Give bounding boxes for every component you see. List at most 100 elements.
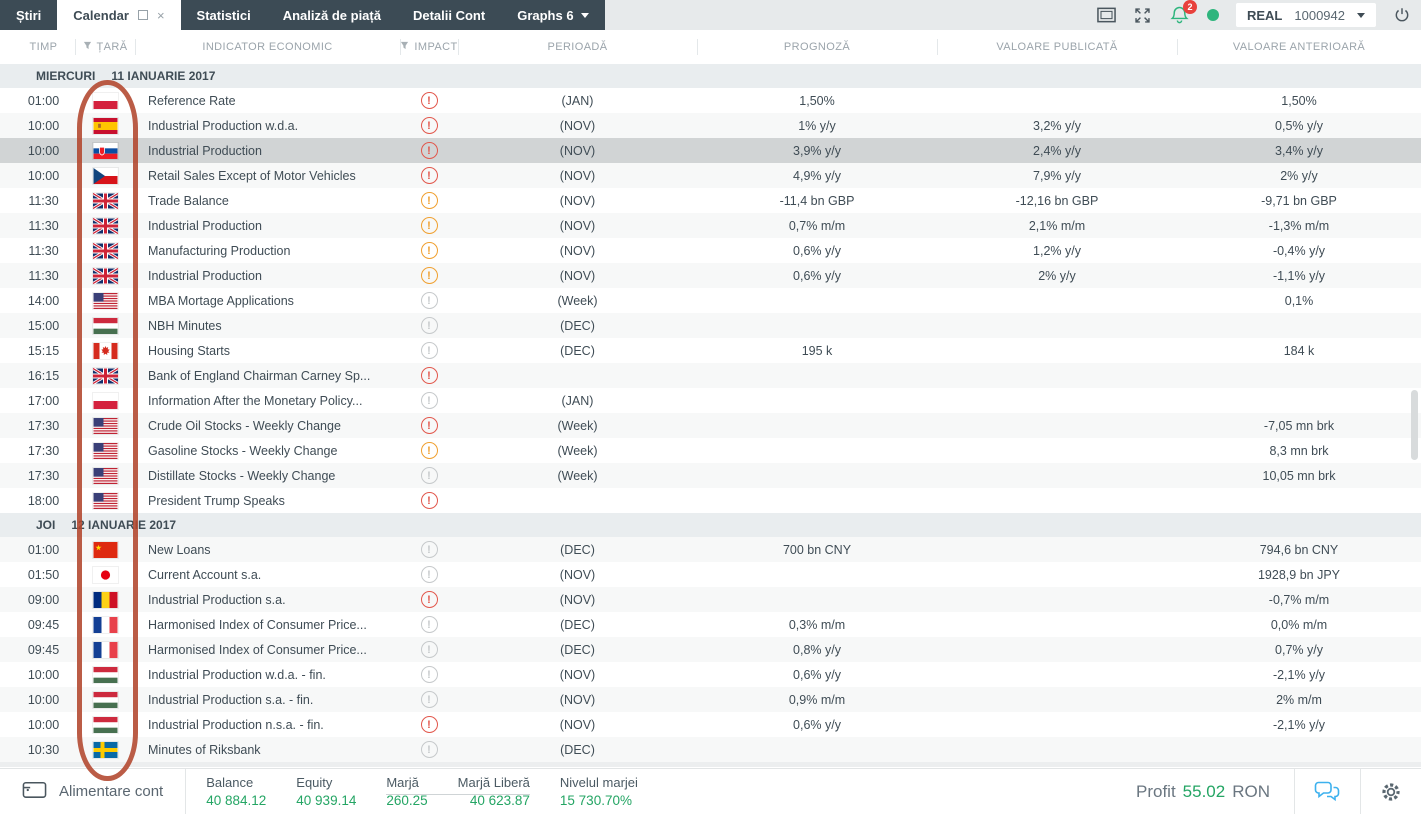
notifications-bell-icon[interactable]: 2 <box>1169 0 1197 26</box>
event-previous: 2% m/m <box>1276 692 1322 707</box>
column-header-impact[interactable]: IMPACT <box>400 30 458 64</box>
event-published <box>937 488 1177 513</box>
calendar-row[interactable]: 01:00 Reference Rate! (JAN) 1,50% 1,50% <box>0 88 1421 113</box>
flag-gb-icon <box>92 242 118 259</box>
chat-icon[interactable] <box>1295 769 1360 814</box>
impact-cell: ! <box>400 388 458 413</box>
deposit-funds-button[interactable]: Alimentare cont <box>0 769 187 814</box>
event-indicator: Distillate Stocks - Weekly Change <box>148 468 336 483</box>
event-published <box>937 637 1177 662</box>
flag-us-icon <box>93 467 118 484</box>
calendar-row[interactable]: 10:00 Industrial Production! (NOV) 3,9% y/y… <box>0 138 1421 163</box>
calendar-row[interactable]: 01:00 New Loans! (DEC) 700 bn CNY 794,6 bn C… <box>0 537 1421 562</box>
stat-value: 40 939.14 <box>296 792 357 808</box>
tab-graphs-6[interactable]: Graphs 6 <box>501 0 604 30</box>
event-published: 2% y/y <box>1038 268 1076 283</box>
country-cell <box>75 363 135 388</box>
restore-window-icon[interactable] <box>137 10 148 20</box>
calendar-row[interactable]: 01:50 Current Account s.a.! (NOV) 1928,9 bn… <box>0 562 1421 587</box>
flag-cn-icon <box>93 541 118 558</box>
settings-gear-icon[interactable] <box>1361 769 1421 814</box>
calendar-row[interactable]: 10:00 Industrial Production w.d.a. - fin.… <box>0 662 1421 687</box>
close-icon[interactable]: × <box>157 9 165 22</box>
flag-se-icon <box>93 741 118 758</box>
event-time: 15:15 <box>27 343 60 358</box>
window-layout-icon[interactable] <box>1097 7 1116 23</box>
event-published <box>937 562 1177 587</box>
event-indicator: Housing Starts <box>148 343 230 358</box>
event-forecast: 195 k <box>801 343 833 358</box>
event-time: 18:00 <box>27 493 60 508</box>
event-time: 11:30 <box>28 243 59 258</box>
calendar-row[interactable]: 17:30 Distillate Stocks - Weekly Change! (… <box>0 463 1421 488</box>
event-forecast <box>697 438 937 463</box>
tab-label: Detalii Cont <box>412 7 486 23</box>
impact-cell: ! <box>400 413 458 438</box>
calendar-row[interactable]: 10:00 Industrial Production s.a. - fin.! (… <box>0 687 1421 712</box>
fullscreen-expand-icon[interactable] <box>1133 6 1152 25</box>
calendar-row[interactable]: 17:30 Gasoline Stocks - Weekly Change! (We… <box>0 438 1421 463</box>
calendar-row[interactable]: 10:00 Retail Sales Except of Motor Vehicl… <box>0 163 1421 188</box>
flag-us-icon <box>93 292 118 309</box>
calendar-row[interactable]: 16:15 Bank of England Chairman Carney Sp.… <box>0 363 1421 388</box>
calendar-row[interactable]: 18:00 President Trump Speaks! <box>0 488 1421 513</box>
footer-bar: Alimentare cont Balance 40 884.12 Equity 40… <box>0 768 1421 814</box>
calendar-row[interactable]: 15:15 Housing Starts! (DEC) 195 k 184 k <box>0 338 1421 363</box>
event-published <box>937 537 1177 562</box>
scrollbar[interactable] <box>1411 64 1419 764</box>
calendar-row[interactable]: 09:00 Industrial Production s.a.! (NOV) -0,… <box>0 587 1421 612</box>
stat-label: Nivelul marjei <box>559 774 638 790</box>
calendar-row[interactable]: 14:00 MBA Mortage Applications! (Week) 0,1% <box>0 288 1421 313</box>
tab-tiri[interactable]: Știri <box>0 0 57 30</box>
stat-label: Marjă Liberă <box>457 774 530 790</box>
scrollbar-thumb[interactable] <box>1411 390 1418 460</box>
column-header-country[interactable]: ȚARĂ <box>75 30 135 64</box>
calendar-row[interactable]: 09:45 Harmonised Index of Consumer Price.… <box>0 637 1421 662</box>
tab-analiz-de-pia[interactable]: Analiză de piață <box>267 0 397 30</box>
impact-cell: ! <box>400 537 458 562</box>
event-indicator: Reference Rate <box>148 93 236 108</box>
event-time: 15:00 <box>27 318 60 333</box>
event-published <box>937 338 1177 363</box>
impact-high-icon: ! <box>420 167 438 184</box>
flag-gb-icon <box>92 192 118 209</box>
calendar-row[interactable]: 15:00 NBH Minutes! (DEC) <box>0 313 1421 338</box>
event-time: 16:15 <box>27 368 60 383</box>
event-time: 17:00 <box>27 393 60 408</box>
impact-cell: ! <box>400 88 458 113</box>
event-previous: -1,3% m/m <box>1268 218 1330 233</box>
calendar-row[interactable]: 09:45 Harmonised Index of Consumer Price.… <box>0 612 1421 637</box>
event-indicator: Industrial Production w.d.a. - fin. <box>148 667 326 682</box>
event-forecast <box>697 388 937 413</box>
event-forecast <box>697 488 937 513</box>
calendar-row[interactable]: 11:30 Industrial Production! (NOV) 0,7% m/m… <box>0 213 1421 238</box>
calendar-row[interactable]: 10:00 Industrial Production w.d.a.! (NOV) 1… <box>0 113 1421 138</box>
calendar-row[interactable]: 17:30 Crude Oil Stocks - Weekly Change! (W… <box>0 413 1421 438</box>
tab-calendar[interactable]: Calendar × <box>57 0 181 30</box>
calendar-row[interactable]: 11:30 Industrial Production! (NOV) 0,6% y/y… <box>0 263 1421 288</box>
event-published <box>937 88 1177 113</box>
tab-label: Știri <box>16 7 42 23</box>
column-label: PERIOADĂ <box>547 41 608 53</box>
event-indicator: Industrial Production <box>148 218 262 233</box>
calendar-row[interactable]: 11:30 Manufacturing Production! (NOV) 0,6% … <box>0 238 1421 263</box>
tab-statistici[interactable]: Statistici <box>181 0 267 30</box>
account-selector[interactable]: REAL 1000942 <box>1235 3 1376 27</box>
event-previous <box>1177 488 1421 513</box>
impact-high-icon: ! <box>420 591 438 608</box>
calendar-row[interactable]: 10:00 Industrial Production n.s.a. - fin.… <box>0 712 1421 737</box>
impact-cell: ! <box>400 213 458 238</box>
calendar-row[interactable]: 17:00 Information After the Monetary Poli… <box>0 388 1421 413</box>
account-number: 1000942 <box>1294 7 1345 23</box>
impact-cell: ! <box>400 637 458 662</box>
power-logout-icon[interactable] <box>1393 6 1411 24</box>
event-time: 10:00 <box>27 667 60 682</box>
impact-cell: ! <box>400 612 458 637</box>
tab-detalii-cont[interactable]: Detalii Cont <box>397 0 501 30</box>
column-label: TIMP <box>29 41 58 53</box>
calendar-row[interactable]: 10:30 Minutes of Riksbank! (DEC) <box>0 737 1421 762</box>
impact-cell: ! <box>400 712 458 737</box>
event-forecast: 0,9% m/m <box>788 692 846 707</box>
event-previous: -0,4% y/y <box>1272 243 1326 258</box>
calendar-row[interactable]: 11:30 Trade Balance! (NOV) -11,4 bn GBP -12,… <box>0 188 1421 213</box>
